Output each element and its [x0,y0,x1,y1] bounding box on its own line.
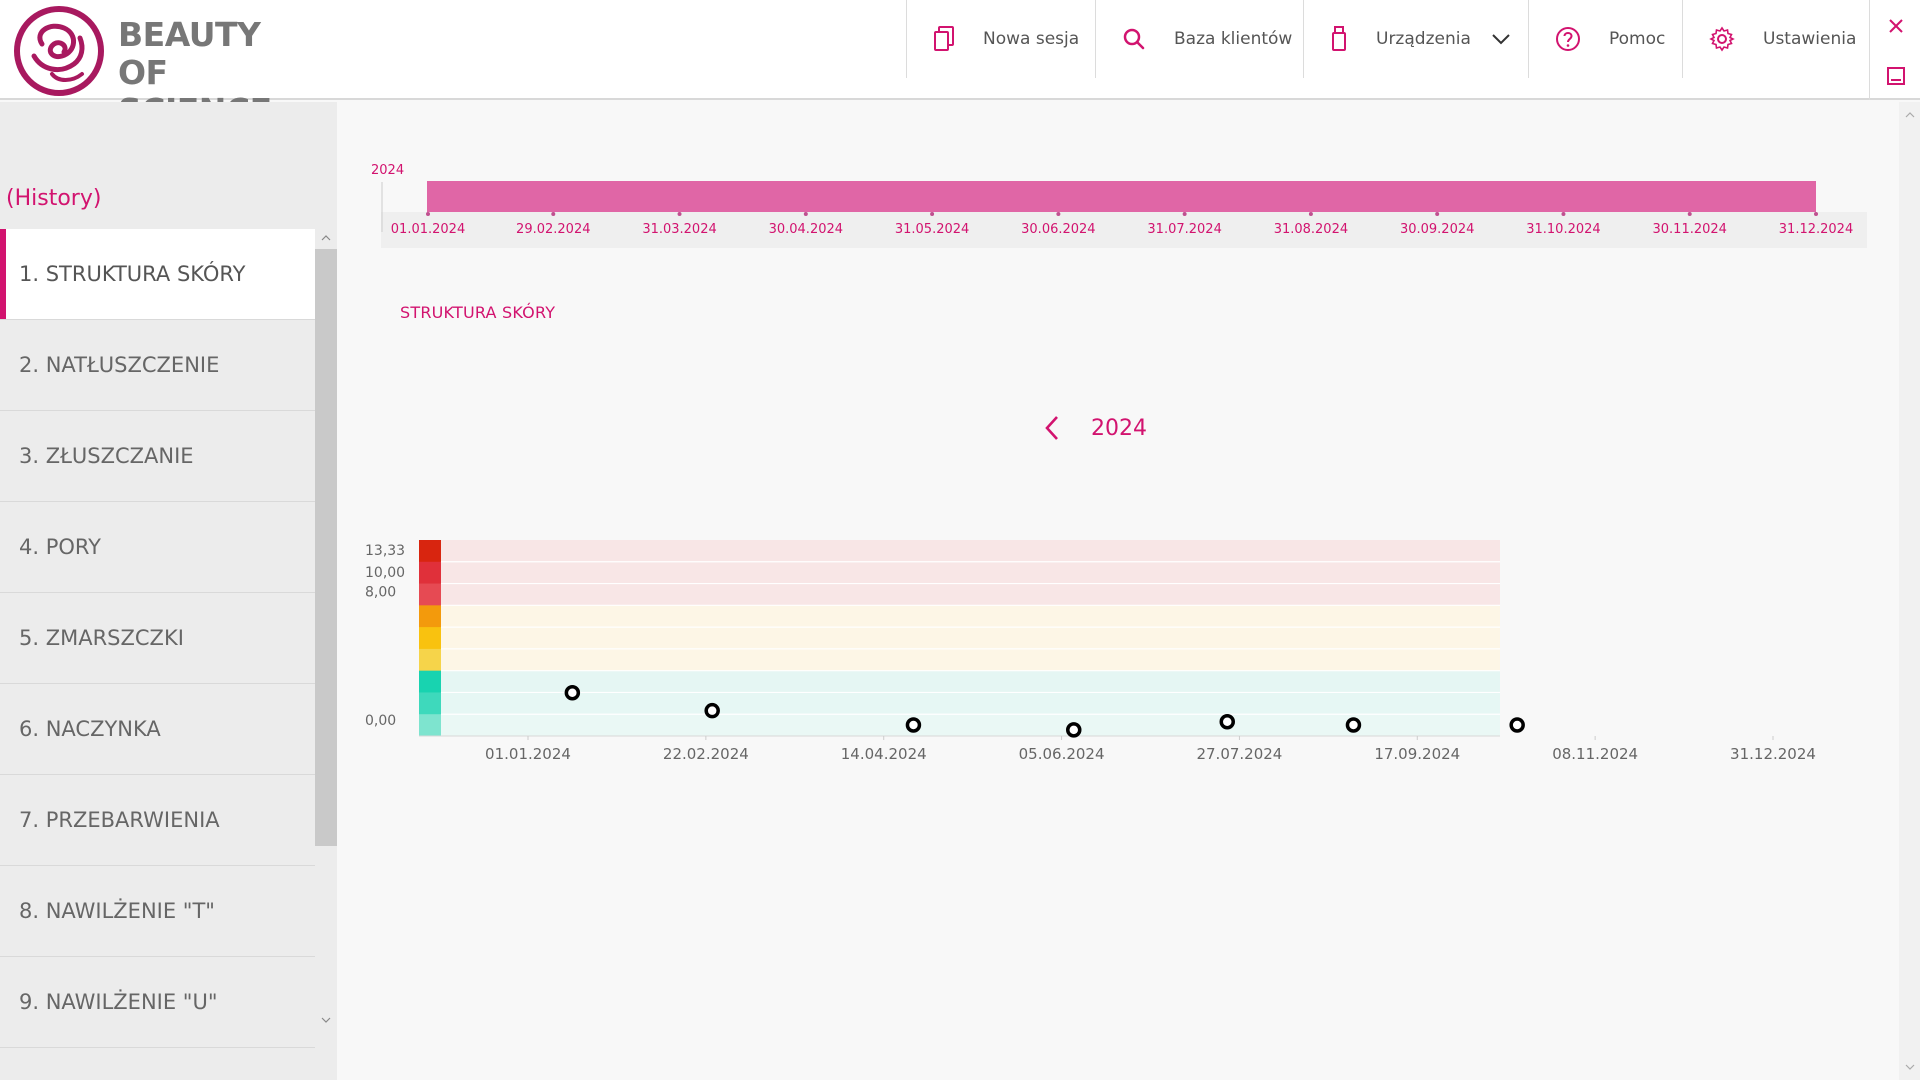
top-header: BEAUTY OF SCIENCE Nowa sesja Baza klient… [0,0,1920,130]
scroll-down-icon[interactable] [315,1011,337,1029]
metric-item-pores[interactable]: 4. PORY [0,502,315,593]
scroll-up-icon[interactable] [315,229,337,247]
nav-settings[interactable]: Ustawienia [1682,0,1868,78]
chart-band-indicator [419,692,441,715]
nav-new-session-label: Nowa sesja [983,29,1080,49]
chart-band-bg [441,670,1500,693]
metric-item-wrinkles[interactable]: 5. ZMARSZCZKI [0,593,315,684]
chart-band-bg [441,583,1500,606]
sidebar-scroll-thumb[interactable] [315,249,337,846]
data-point[interactable] [1509,717,1525,733]
main-nav: Nowa sesja Baza klientów Urządzenia Pomo… [906,0,1868,78]
brand-line-1: BEAUTY [118,15,261,54]
skin-structure-chart: 0,00 8,00 10,00 13,33 01.01.2024 22.02.2024 14… [365,540,1816,763]
main-scroll-up-icon[interactable] [1899,106,1920,124]
window-controls [1869,0,1920,100]
nav-devices[interactable]: Urządzenia [1303,0,1528,78]
close-icon[interactable] [1884,14,1908,38]
chart-band-bg [441,648,1500,671]
chart-band-indicator [419,648,441,672]
data-point[interactable] [1345,717,1362,733]
y-tick-label: 10,00 [365,565,405,581]
y-tick-label: 0,00 [365,713,396,729]
app-window: BEAUTY OF SCIENCE Nowa sesja Baza klient… [0,0,1920,1080]
y-tick-label: 8,00 [365,584,396,600]
usb-device-icon [1330,26,1348,52]
main-content: 2024 01.01.2024 29.02.2024 31.03.2024 30.04.… [337,102,1899,1080]
main-scrollbar[interactable] [1899,102,1920,1080]
metric-item-exfoliation[interactable]: 3. ZŁUSZCZANIE [0,411,315,502]
nav-settings-label: Ustawienia [1763,29,1857,49]
data-point[interactable] [905,717,922,733]
chart-band-indicator [419,561,441,585]
gear-icon [1709,26,1735,52]
metric-item-hydration-u[interactable]: 9. NAWILŻENIE "U" [0,957,315,1048]
x-tick-label: 08.11.2024 [1552,745,1638,763]
sidebar-scrollbar[interactable] [315,229,337,1029]
chart-band-bg [441,692,1500,715]
x-tick-label: 27.07.2024 [1196,745,1282,763]
data-point[interactable] [564,684,581,701]
chart-band-bg [441,561,1500,584]
nav-client-database[interactable]: Baza klientów [1095,0,1303,78]
nav-new-session[interactable]: Nowa sesja [906,0,1095,78]
data-point[interactable] [704,702,720,719]
chart-band-indicator [419,627,441,650]
chart-band-bg [441,605,1500,628]
chart-band-bg [441,714,1500,736]
minimize-icon[interactable] [1884,64,1908,88]
x-tick-label: 17.09.2024 [1374,745,1460,763]
x-tick-label: 01.01.2024 [485,745,571,763]
x-tick-label: 31.12.2024 [1730,745,1816,763]
rose-logo-icon [14,6,104,96]
help-circle-icon [1555,26,1581,52]
chart-band-indicator [419,670,441,693]
metric-item-hydration-t[interactable]: 8. NAWILŻENIE "T" [0,866,315,957]
chart-band-indicator [419,714,441,737]
nav-client-database-label: Baza klientów [1174,29,1293,49]
metric-item-oiliness[interactable]: 2. NATŁUSZCZENIE [0,320,315,411]
metric-item-skin-structure[interactable]: 1. STRUKTURA SKÓRY [0,229,315,320]
x-tick-label: 05.06.2024 [1019,745,1105,763]
chevron-down-icon[interactable] [1491,33,1511,45]
chart-band-bg [441,540,1500,562]
chart-band-bg [441,627,1500,649]
data-point[interactable] [1219,713,1235,730]
metric-item-capillaries[interactable]: 6. NACZYNKA [0,684,315,775]
x-tick-label: 14.04.2024 [841,745,927,763]
metric-list: 1. STRUKTURA SKÓRY 2. NATŁUSZCZENIE 3. Z… [0,229,315,1048]
search-icon [1122,26,1146,52]
chart-band-indicator [419,583,441,606]
chart-band-indicator [419,605,441,628]
chart-band-indicator [419,540,441,563]
y-tick-label: 13,33 [365,543,405,559]
history-sidebar: (History) 1. STRUKTURA SKÓRY 2. NATŁUSZC… [0,102,337,1080]
data-point[interactable] [1066,722,1082,738]
nav-help[interactable]: Pomoc [1528,0,1682,78]
x-tick-label: 22.02.2024 [663,745,749,763]
metric-item-discoloration[interactable]: 7. PRZEBARWIENIA [0,775,315,866]
main-scroll-down-icon[interactable] [1899,1058,1920,1076]
document-copy-icon [933,26,955,52]
nav-help-label: Pomoc [1609,29,1666,49]
nav-devices-label: Urządzenia [1376,29,1471,49]
brand-logo: BEAUTY OF SCIENCE [10,4,330,130]
history-label: (History) [6,186,102,211]
